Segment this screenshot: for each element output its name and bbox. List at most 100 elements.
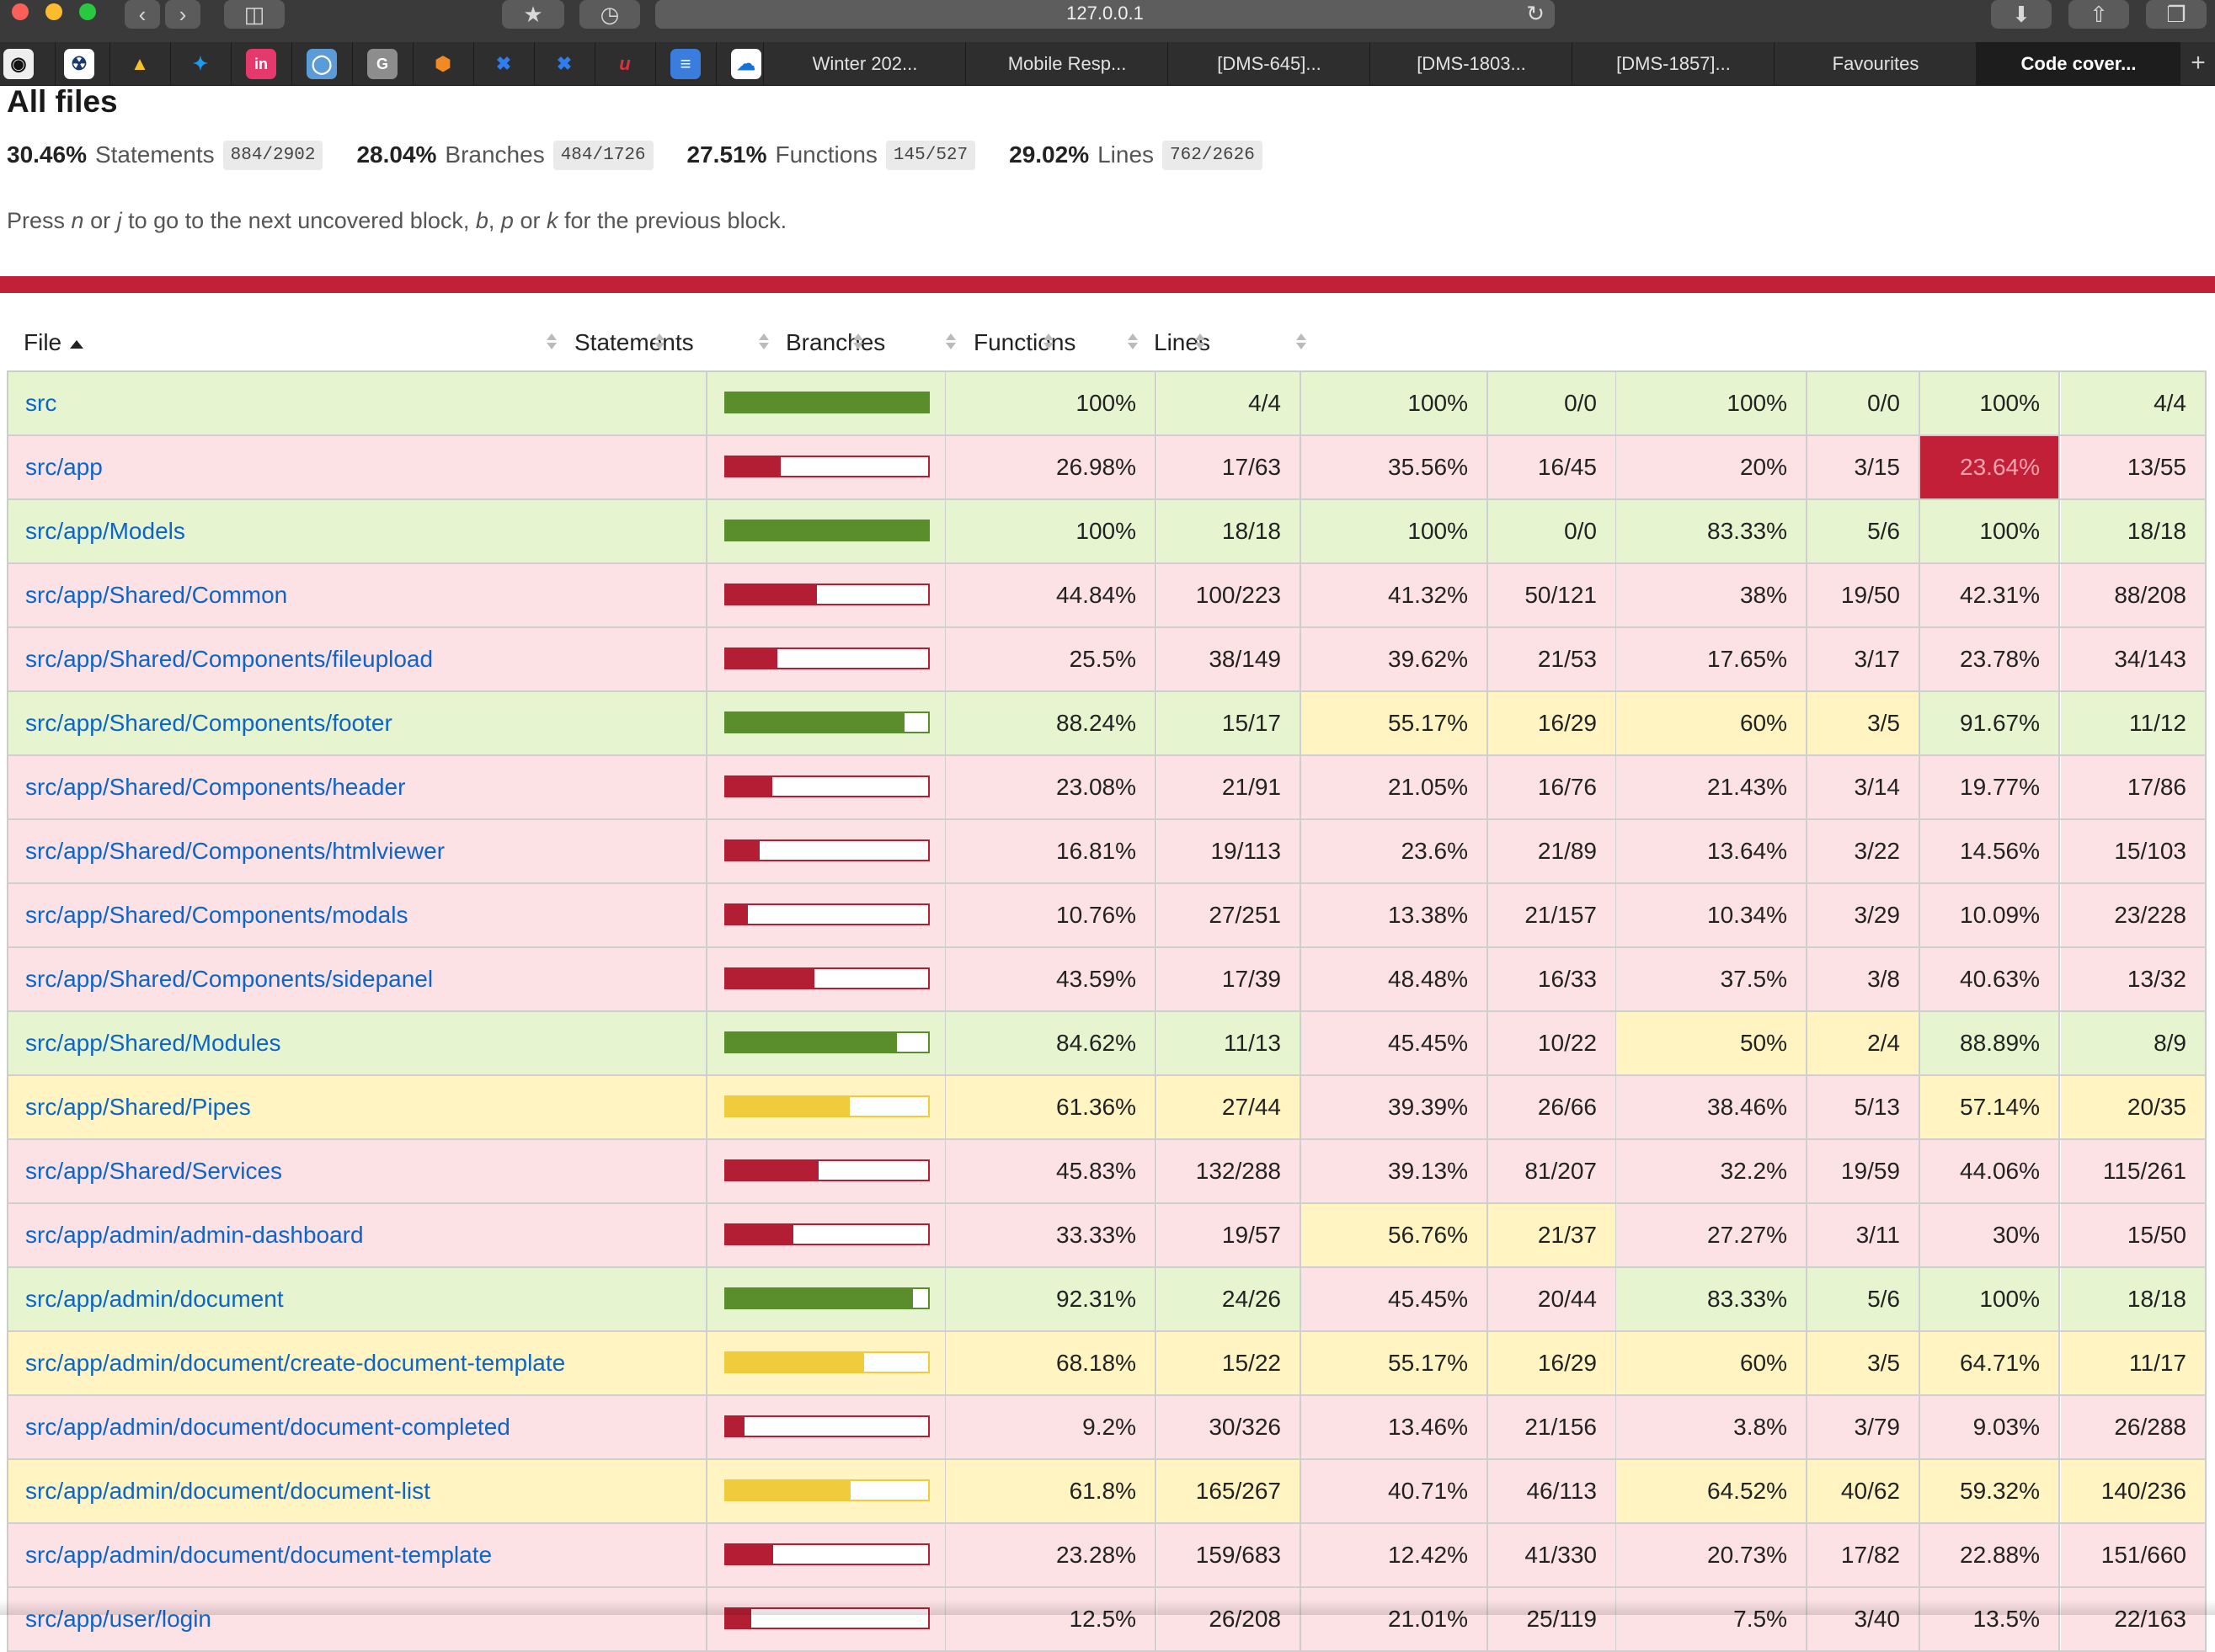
tab-label: [DMS-1803... (1417, 53, 1526, 74)
file-link[interactable]: src/app/admin/document/document-template (25, 1542, 492, 1568)
file-link[interactable]: src/app/Shared/Common (25, 582, 287, 608)
jira-icon[interactable]: ✖ (488, 49, 519, 79)
history-button[interactable]: ◷ (579, 0, 640, 29)
file-link[interactable]: src/app/Shared/Components/htmlviewer (25, 838, 445, 864)
sort-icon[interactable] (945, 332, 957, 352)
file-link[interactable]: src/app/Shared/Pipes (25, 1094, 251, 1120)
github-icon[interactable]: ◉ (3, 49, 34, 79)
coverage-bar-fill (726, 393, 928, 412)
column-header-statements[interactable]: Statements (574, 318, 694, 367)
sort-icon[interactable] (1194, 332, 1206, 352)
percent-cell: 43.59% (946, 948, 1156, 1010)
bookmarks-button[interactable]: ★ (502, 0, 564, 29)
coverage-bar-fill (726, 969, 814, 988)
table-row: src/app/Shared/Pipes 61.36% 27/44 39.39% 26/… (8, 1076, 2205, 1140)
sort-icon[interactable] (1043, 332, 1054, 352)
jira-icon[interactable]: ✖ (549, 49, 579, 79)
bot-icon[interactable]: ☢ (64, 49, 94, 79)
fraction-cell: 16/33 (1488, 948, 1617, 1010)
percent-cell: 7.5% (1616, 1588, 1807, 1650)
file-link[interactable]: src/app/admin/document/document-complete… (25, 1414, 510, 1440)
forward-button[interactable]: › (165, 0, 200, 29)
close-window-button[interactable] (12, 3, 29, 20)
file-link[interactable]: src/app (25, 454, 103, 480)
file-link[interactable]: src/app/admin/document (25, 1286, 284, 1312)
coverage-bar (724, 1351, 930, 1373)
reload-icon[interactable]: ↻ (1526, 0, 1545, 27)
package-icon[interactable]: ⬢ (428, 49, 458, 79)
file-link[interactable]: src/app/Shared/Components/modals (25, 902, 408, 928)
address-bar[interactable]: 127.0.0.1 ↻ (655, 0, 1555, 29)
percent-cell: 23.6% (1301, 820, 1488, 882)
percent-cell: 42.31% (1920, 564, 2060, 626)
sidebar-toggle-button[interactable]: ◫ (224, 0, 285, 29)
fraction-cell: 3/79 (1807, 1396, 1920, 1458)
percent-cell: 44.06% (1920, 1140, 2060, 1202)
file-link[interactable]: src/app/admin/document/document-list (25, 1478, 430, 1504)
column-header-functions[interactable]: Functions (974, 318, 1075, 367)
summary-pct: 27.51% (686, 141, 767, 168)
tab-code-coverage[interactable]: Code cover... (1976, 42, 2180, 85)
column-header-branches[interactable]: Branches (786, 318, 885, 367)
file-link[interactable]: src/app/Shared/Modules (25, 1030, 281, 1056)
share-button[interactable]: ⇧ (2068, 0, 2129, 29)
fraction-cell: 19/59 (1807, 1140, 1920, 1202)
tab-dms-1857[interactable]: [DMS-1857]... (1572, 42, 1775, 85)
fraction-cell: 26/66 (1488, 1076, 1617, 1138)
minimize-window-button[interactable] (45, 3, 62, 20)
fraction-cell: 21/89 (1488, 820, 1617, 882)
new-tab-button[interactable]: + (2181, 42, 2215, 85)
coverage-bar-fill (726, 1289, 913, 1308)
column-header-file[interactable]: File (24, 318, 84, 367)
coverage-bar-cell (707, 436, 947, 498)
fraction-cell: 17/63 (1157, 436, 1301, 498)
sort-icon[interactable] (546, 332, 558, 352)
fraction-cell: 11/12 (2061, 692, 2205, 754)
google-docs-icon[interactable]: ≡ (670, 49, 701, 79)
invision-icon[interactable]: in (246, 49, 276, 79)
circle-app-icon[interactable]: ◯ (307, 49, 337, 79)
percent-cell: 21.43% (1616, 756, 1807, 818)
fraction-cell: 21/91 (1157, 756, 1301, 818)
file-link[interactable]: src/app/Models (25, 518, 185, 544)
file-link[interactable]: src/app/admin/admin-dashboard (25, 1222, 364, 1248)
sort-icon[interactable] (1127, 332, 1139, 352)
percent-cell: 39.13% (1301, 1140, 1488, 1202)
file-cell: src/app/Shared/Components/sidepanel (8, 948, 707, 1010)
sort-icon[interactable] (654, 332, 665, 352)
back-button[interactable]: ‹ (125, 0, 160, 29)
file-cell: src/app/Models (8, 500, 707, 562)
downloads-button[interactable]: ⬇ (1991, 0, 2052, 29)
file-cell: src/app/Shared/Modules (8, 1012, 707, 1074)
onedrive-icon[interactable]: ☁ (731, 49, 761, 79)
fraction-cell: 41/330 (1488, 1524, 1617, 1586)
file-cell: src/app/user/login (8, 1588, 707, 1650)
file-cell: src/app/Shared/Components/footer (8, 692, 707, 754)
tab-winter[interactable]: Winter 202... (763, 42, 966, 85)
twitter-icon[interactable]: ✦ (185, 49, 216, 79)
tab-mobile-resp[interactable]: Mobile Resp... (965, 42, 1168, 85)
sort-icon[interactable] (758, 332, 770, 352)
file-link[interactable]: src/app/Shared/Components/footer (25, 710, 392, 736)
grammarly-icon[interactable]: G (367, 49, 398, 79)
file-link[interactable]: src/app/Shared/Components/sidepanel (25, 966, 433, 992)
google-drive-icon[interactable]: ▲ (125, 49, 155, 79)
file-link[interactable]: src/app/Shared/Components/fileupload (25, 646, 433, 672)
tab-favourites[interactable]: Favourites (1774, 42, 1977, 85)
file-link[interactable]: src (25, 390, 56, 416)
sort-icon[interactable] (1295, 332, 1307, 352)
signature-icon[interactable]: u (610, 49, 640, 79)
maximize-window-button[interactable] (79, 3, 96, 20)
coverage-bar-cell (707, 756, 947, 818)
tab-dms-1803[interactable]: [DMS-1803... (1369, 42, 1572, 85)
file-link[interactable]: src/app/Shared/Components/header (25, 774, 405, 800)
file-link[interactable]: src/app/Shared/Services (25, 1158, 282, 1184)
tab-dms-645[interactable]: [DMS-645]... (1167, 42, 1370, 85)
tab-overview-button[interactable]: ❐ (2146, 0, 2207, 29)
percent-cell: 12.5% (946, 1588, 1156, 1650)
fraction-cell: 3/17 (1807, 628, 1920, 690)
file-link[interactable]: src/app/admin/document/create-document-t… (25, 1350, 565, 1376)
fraction-cell: 100/223 (1157, 564, 1301, 626)
coverage-bar-cell (707, 1524, 947, 1586)
sort-icon[interactable] (852, 332, 864, 352)
